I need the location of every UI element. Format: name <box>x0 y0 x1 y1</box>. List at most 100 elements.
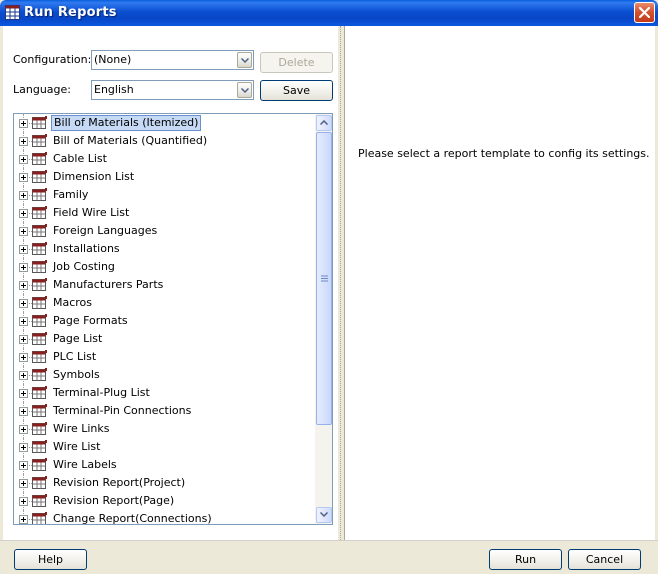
tree-item-label: Revision Report(Page) <box>53 494 175 507</box>
expand-plus-icon[interactable] <box>19 515 28 524</box>
language-select[interactable]: English <box>91 80 254 100</box>
tree-item-label: Cable List <box>53 152 107 165</box>
chevron-down-icon <box>241 58 249 63</box>
tree-item[interactable]: Wire Labels <box>14 456 314 474</box>
report-table-icon <box>32 278 47 291</box>
expand-plus-icon[interactable] <box>19 209 28 218</box>
expand-plus-icon[interactable] <box>19 497 28 506</box>
report-table-icon <box>32 170 47 183</box>
tree-item[interactable]: Bill of Materials (Itemized) <box>14 114 314 132</box>
close-icon <box>638 6 651 19</box>
report-table-icon <box>32 512 47 524</box>
expand-plus-icon[interactable] <box>19 479 28 488</box>
expand-plus-icon[interactable] <box>19 137 28 146</box>
configuration-select[interactable]: (None) <box>91 50 254 70</box>
tree-item[interactable]: Page Formats <box>14 312 314 330</box>
expand-plus-icon[interactable] <box>19 371 28 380</box>
tree-item[interactable]: Foreign Languages <box>14 222 314 240</box>
tree-item[interactable]: Page List <box>14 330 314 348</box>
expand-plus-icon[interactable] <box>19 191 28 200</box>
tree-item[interactable]: Dimension List <box>14 168 314 186</box>
tree-item-label: Wire Labels <box>53 458 117 471</box>
tree-item-label: Revision Report(Project) <box>53 476 186 489</box>
pane-splitter[interactable] <box>337 26 345 540</box>
scroll-down-button[interactable] <box>316 507 332 523</box>
expand-plus-icon[interactable] <box>19 245 28 254</box>
tree-item[interactable]: PLC List <box>14 348 314 366</box>
scroll-up-button[interactable] <box>316 115 332 131</box>
expand-plus-icon[interactable] <box>19 317 28 326</box>
report-table-icon <box>32 350 47 363</box>
expand-plus-icon[interactable] <box>19 299 28 308</box>
report-table-icon <box>32 404 47 417</box>
tree-rows: Bill of Materials (Itemized) Bill of Mate… <box>14 114 314 524</box>
settings-hint: Please select a report template to confi… <box>358 147 650 160</box>
configuration-dropdown-button[interactable] <box>237 52 252 68</box>
expand-plus-icon[interactable] <box>19 119 28 128</box>
report-table-icon <box>32 314 47 327</box>
configuration-value: (None) <box>94 53 132 66</box>
tree-item[interactable]: Symbols <box>14 366 314 384</box>
report-table-icon <box>5 5 20 20</box>
tree-item[interactable]: Terminal-Plug List <box>14 384 314 402</box>
expand-plus-icon[interactable] <box>19 227 28 236</box>
tree-item-label: Terminal-Plug List <box>53 386 150 399</box>
tree-item-label: PLC List <box>53 350 97 363</box>
chevron-down-icon <box>241 88 249 93</box>
expand-plus-icon[interactable] <box>19 443 28 452</box>
report-template-tree[interactable]: Bill of Materials (Itemized) Bill of Mate… <box>13 113 333 525</box>
tree-item[interactable]: Wire Links <box>14 420 314 438</box>
report-table-icon <box>32 458 47 471</box>
chevron-down-icon <box>320 512 328 517</box>
tree-item-label: Job Costing <box>53 260 115 273</box>
report-table-icon <box>32 296 47 309</box>
tree-item-label: Page List <box>53 332 103 345</box>
scroll-thumb[interactable] <box>316 132 332 425</box>
cancel-button[interactable]: Cancel <box>568 549 641 570</box>
tree-item[interactable]: Installations <box>14 240 314 258</box>
grip-icon <box>321 275 328 282</box>
delete-button[interactable]: Delete <box>260 52 333 73</box>
expand-plus-icon[interactable] <box>19 461 28 470</box>
tree-vertical-scrollbar[interactable] <box>315 114 332 524</box>
tree-item-label: Wire Links <box>53 422 110 435</box>
tree-item[interactable]: Family <box>14 186 314 204</box>
tree-item[interactable]: Wire List <box>14 438 314 456</box>
expand-plus-icon[interactable] <box>19 263 28 272</box>
tree-item-label: Page Formats <box>53 314 128 327</box>
tree-item[interactable]: Revision Report(Page) <box>14 492 314 510</box>
tree-item[interactable]: Field Wire List <box>14 204 314 222</box>
report-table-icon <box>32 260 47 273</box>
tree-item-label: Installations <box>53 242 120 255</box>
expand-plus-icon[interactable] <box>19 389 28 398</box>
run-button[interactable]: Run <box>489 549 562 570</box>
report-table-icon <box>32 224 47 237</box>
tree-item[interactable]: Cable List <box>14 150 314 168</box>
expand-plus-icon[interactable] <box>19 173 28 182</box>
expand-plus-icon[interactable] <box>19 407 28 416</box>
tree-item[interactable]: Job Costing <box>14 258 314 276</box>
tree-item[interactable]: Terminal-Pin Connections <box>14 402 314 420</box>
tree-item[interactable]: Macros <box>14 294 314 312</box>
configuration-label: Configuration: <box>13 53 92 66</box>
language-dropdown-button[interactable] <box>237 82 252 98</box>
report-table-icon <box>32 188 47 201</box>
tree-item[interactable]: Manufacturers Parts <box>14 276 314 294</box>
expand-plus-icon[interactable] <box>19 155 28 164</box>
expand-plus-icon[interactable] <box>19 281 28 290</box>
expand-plus-icon[interactable] <box>19 335 28 344</box>
tree-item[interactable]: Change Report(Connections) <box>14 510 314 524</box>
tree-item[interactable]: Revision Report(Project) <box>14 474 314 492</box>
report-table-icon <box>32 206 47 219</box>
help-button[interactable]: Help <box>14 549 87 570</box>
window-title: Run Reports <box>24 5 117 20</box>
close-button[interactable] <box>634 2 655 23</box>
expand-plus-icon[interactable] <box>19 353 28 362</box>
tree-item-label: Foreign Languages <box>53 224 158 237</box>
save-button[interactable]: Save <box>260 80 333 101</box>
tree-item-label: Bill of Materials (Itemized) <box>51 115 202 131</box>
tree-item[interactable]: Bill of Materials (Quantified) <box>14 132 314 150</box>
title-bar[interactable]: Run Reports <box>0 0 658 26</box>
tree-item-label: Dimension List <box>53 170 135 183</box>
expand-plus-icon[interactable] <box>19 425 28 434</box>
